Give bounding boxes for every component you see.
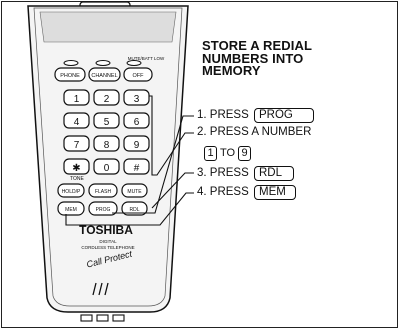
rdl-key-label: RDL bbox=[253, 166, 294, 181]
step-4-text: 4. PRESS bbox=[197, 186, 249, 198]
model-line-1: DIGITAL bbox=[99, 239, 117, 244]
instructions-title: STORE A REDIAL NUMBERS INTO MEMORY bbox=[202, 38, 312, 78]
svg-text:7: 7 bbox=[74, 140, 80, 151]
svg-text:PHONE: PHONE bbox=[60, 73, 80, 79]
step-1-text: 1. PRESS bbox=[197, 109, 249, 121]
led-right bbox=[126, 60, 142, 66]
svg-text:MEM: MEM bbox=[65, 207, 77, 213]
key-7[interactable]: 7 bbox=[63, 135, 90, 152]
svg-text:RDL: RDL bbox=[129, 207, 139, 213]
key-9[interactable]: 9 bbox=[123, 135, 150, 152]
step-2-text: 2. PRESS A NUMBER bbox=[197, 126, 312, 138]
number-9-key: 9 bbox=[238, 146, 252, 161]
charge-contact-center bbox=[96, 314, 109, 322]
step-2-range: 1 TO 9 bbox=[204, 146, 252, 161]
svg-text:5: 5 bbox=[104, 117, 110, 128]
svg-text:3: 3 bbox=[134, 94, 140, 105]
prog-key-label: PROG bbox=[253, 108, 314, 123]
mute-button[interactable]: MUTE bbox=[121, 183, 148, 198]
svg-text:MUTE: MUTE bbox=[127, 189, 142, 195]
key-5[interactable]: 5 bbox=[93, 112, 120, 129]
svg-text:4: 4 bbox=[74, 117, 80, 128]
number-1-key: 1 bbox=[204, 146, 217, 161]
led-center bbox=[95, 60, 111, 66]
earpiece-grille bbox=[39, 11, 177, 43]
svg-text:OFF: OFF bbox=[133, 73, 145, 79]
svg-text:HOLD/P: HOLD/P bbox=[62, 189, 81, 195]
charge-contact-right bbox=[112, 314, 125, 322]
phone-button[interactable]: PHONE bbox=[54, 67, 86, 82]
key-hash[interactable]: # bbox=[123, 158, 150, 175]
svg-text:1: 1 bbox=[74, 94, 80, 105]
charge-contact-left bbox=[80, 314, 93, 322]
key-2[interactable]: 2 bbox=[93, 89, 120, 106]
svg-text:6: 6 bbox=[134, 117, 140, 128]
step-3: 3. PRESS RDL bbox=[197, 166, 294, 181]
svg-text:✱: ✱ bbox=[72, 163, 80, 174]
mem-key-label: MEM bbox=[253, 185, 296, 200]
svg-text:8: 8 bbox=[104, 140, 110, 151]
led-left bbox=[63, 60, 79, 66]
key-1[interactable]: 1 bbox=[63, 89, 90, 106]
key-3[interactable]: 3 bbox=[123, 89, 150, 106]
step-3-text: 3. PRESS bbox=[197, 167, 249, 179]
mem-button[interactable]: MEM bbox=[57, 201, 85, 216]
to-word: TO bbox=[220, 147, 236, 159]
key-8[interactable]: 8 bbox=[93, 135, 120, 152]
off-button[interactable]: OFF bbox=[123, 67, 153, 82]
key-6[interactable]: 6 bbox=[123, 112, 150, 129]
channel-button[interactable]: CHANNEL bbox=[88, 67, 121, 82]
svg-text:CHANNEL: CHANNEL bbox=[91, 73, 117, 79]
svg-text:FLASH: FLASH bbox=[95, 189, 112, 195]
tone-label: TONE bbox=[70, 176, 84, 182]
svg-text:9: 9 bbox=[134, 140, 140, 151]
key-4[interactable]: 4 bbox=[63, 112, 90, 129]
mute-batt-label: MUTE/BATT LOW bbox=[128, 56, 165, 61]
svg-text:PROG: PROG bbox=[96, 207, 111, 213]
svg-text:#: # bbox=[134, 163, 140, 174]
key-0[interactable]: 0 bbox=[93, 158, 120, 175]
svg-text:0: 0 bbox=[104, 163, 110, 174]
step-4: 4. PRESS MEM bbox=[197, 185, 296, 200]
hold-p-button[interactable]: HOLD/P bbox=[57, 183, 85, 198]
key-star[interactable]: ✱ bbox=[63, 158, 90, 175]
flash-button[interactable]: FLASH bbox=[88, 183, 118, 198]
step-2: 2. PRESS A NUMBER bbox=[197, 126, 311, 138]
step-1: 1. PRESS PROG bbox=[197, 108, 314, 123]
svg-text:2: 2 bbox=[104, 94, 110, 105]
